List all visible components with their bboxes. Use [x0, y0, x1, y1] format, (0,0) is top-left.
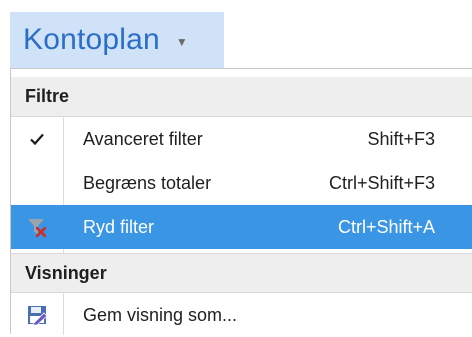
- menu-item-shortcut: Ctrl+Shift+A: [337, 216, 435, 237]
- section-header-visninger: Visninger: [11, 253, 472, 293]
- menu-item-gem-visning-som[interactable]: Gem visning som...: [11, 293, 472, 337]
- section-header-label: Visninger: [25, 262, 107, 283]
- kontoplan-title: Kontoplan: [23, 23, 160, 56]
- clear-filter-icon: [11, 205, 63, 249]
- menu-item-shortcut: Ctrl+Shift+F3: [328, 172, 435, 193]
- kontoplan-dropdown-button[interactable]: Kontoplan ▼: [10, 12, 224, 68]
- section-header-filtre: Filtre: [11, 77, 472, 117]
- menu-item-ryd-filter[interactable]: Ryd filter Ctrl+Shift+A: [11, 205, 472, 249]
- caret-down-icon: ▼: [175, 35, 188, 49]
- save-view-icon: [11, 293, 63, 337]
- menu-item-label: Ryd filter: [83, 216, 155, 237]
- kontoplan-menu: Filtre Avanceret filter Shift+F3 Begræns…: [10, 68, 472, 337]
- checkmark-icon: [11, 117, 63, 161]
- menu-item-label: Gem visning som...: [83, 304, 238, 325]
- menu-item-avanceret-filter[interactable]: Avanceret filter Shift+F3: [11, 117, 472, 161]
- menu-item-label: Avanceret filter: [83, 128, 203, 149]
- menu-item-shortcut: Shift+F3: [367, 128, 435, 149]
- menu-item-label: Begræns totaler: [83, 172, 212, 193]
- section-header-label: Filtre: [25, 86, 70, 106]
- menu-item-begraens-totaler[interactable]: Begræns totaler Ctrl+Shift+F3: [11, 161, 472, 205]
